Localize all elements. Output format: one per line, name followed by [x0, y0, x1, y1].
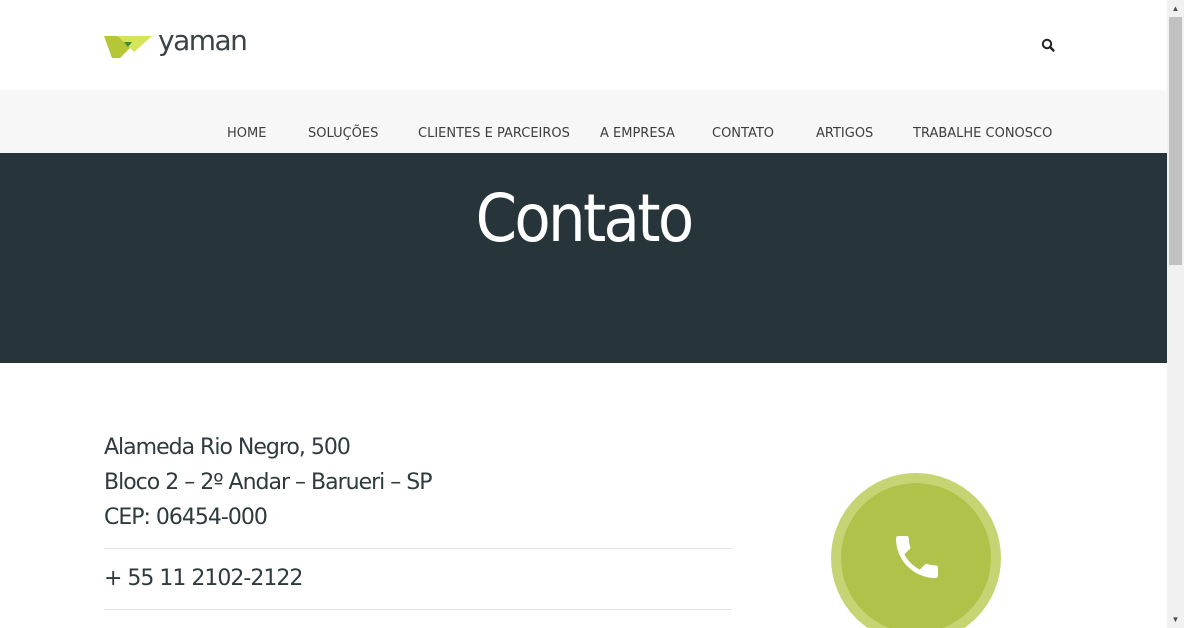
main-navigation: HOME SOLUÇÕES CLIENTES E PARCEIROS A EMP…	[0, 90, 1167, 153]
page-title: Contato	[475, 180, 695, 257]
divider	[104, 548, 732, 549]
address-line-building: Bloco 2 – 2º Andar – Barueri – SP	[104, 470, 432, 495]
address-line-postal-code: CEP: 06454-000	[104, 505, 268, 530]
search-icon	[1041, 38, 1055, 52]
search-button[interactable]	[1040, 37, 1057, 54]
page-hero: Contato	[0, 153, 1167, 363]
phone-number[interactable]: + 55 11 2102-2122	[104, 563, 303, 595]
nav-item-artigos[interactable]: ARTIGOS	[816, 126, 873, 141]
scroll-down-arrow-icon[interactable]: ▼	[1167, 611, 1184, 628]
nav-item-clientes-parceiros[interactable]: CLIENTES E PARCEIROS	[418, 126, 570, 141]
scrollbar-thumb[interactable]	[1169, 17, 1182, 265]
nav-item-contato[interactable]: CONTATO	[712, 126, 774, 141]
nav-item-trabalhe-conosco[interactable]: TRABALHE CONOSCO	[913, 126, 1052, 141]
page: yaman HOME SOLUÇÕES CLIENTES E PARCEIROS…	[0, 0, 1167, 628]
brand-name: yaman	[158, 24, 248, 57]
phone-badge	[831, 473, 1001, 628]
address-line-street: Alameda Rio Negro, 500	[104, 435, 351, 460]
phone-badge-inner	[841, 483, 991, 628]
vertical-scrollbar[interactable]: ▲ ▼	[1167, 0, 1184, 628]
nav-item-solucoes[interactable]: SOLUÇÕES	[308, 126, 378, 141]
scroll-up-arrow-icon[interactable]: ▲	[1167, 0, 1184, 17]
divider	[104, 609, 732, 610]
top-header: yaman	[0, 0, 1167, 90]
phone-icon	[896, 536, 938, 578]
nav-item-home[interactable]: HOME	[227, 126, 266, 141]
address-block: Alameda Rio Negro, 500 Bloco 2 – 2º Anda…	[104, 430, 432, 535]
brand-logo[interactable]: yaman	[104, 24, 248, 61]
nav-item-a-empresa[interactable]: A EMPRESA	[600, 126, 675, 141]
logo-mark-icon	[104, 36, 152, 58]
